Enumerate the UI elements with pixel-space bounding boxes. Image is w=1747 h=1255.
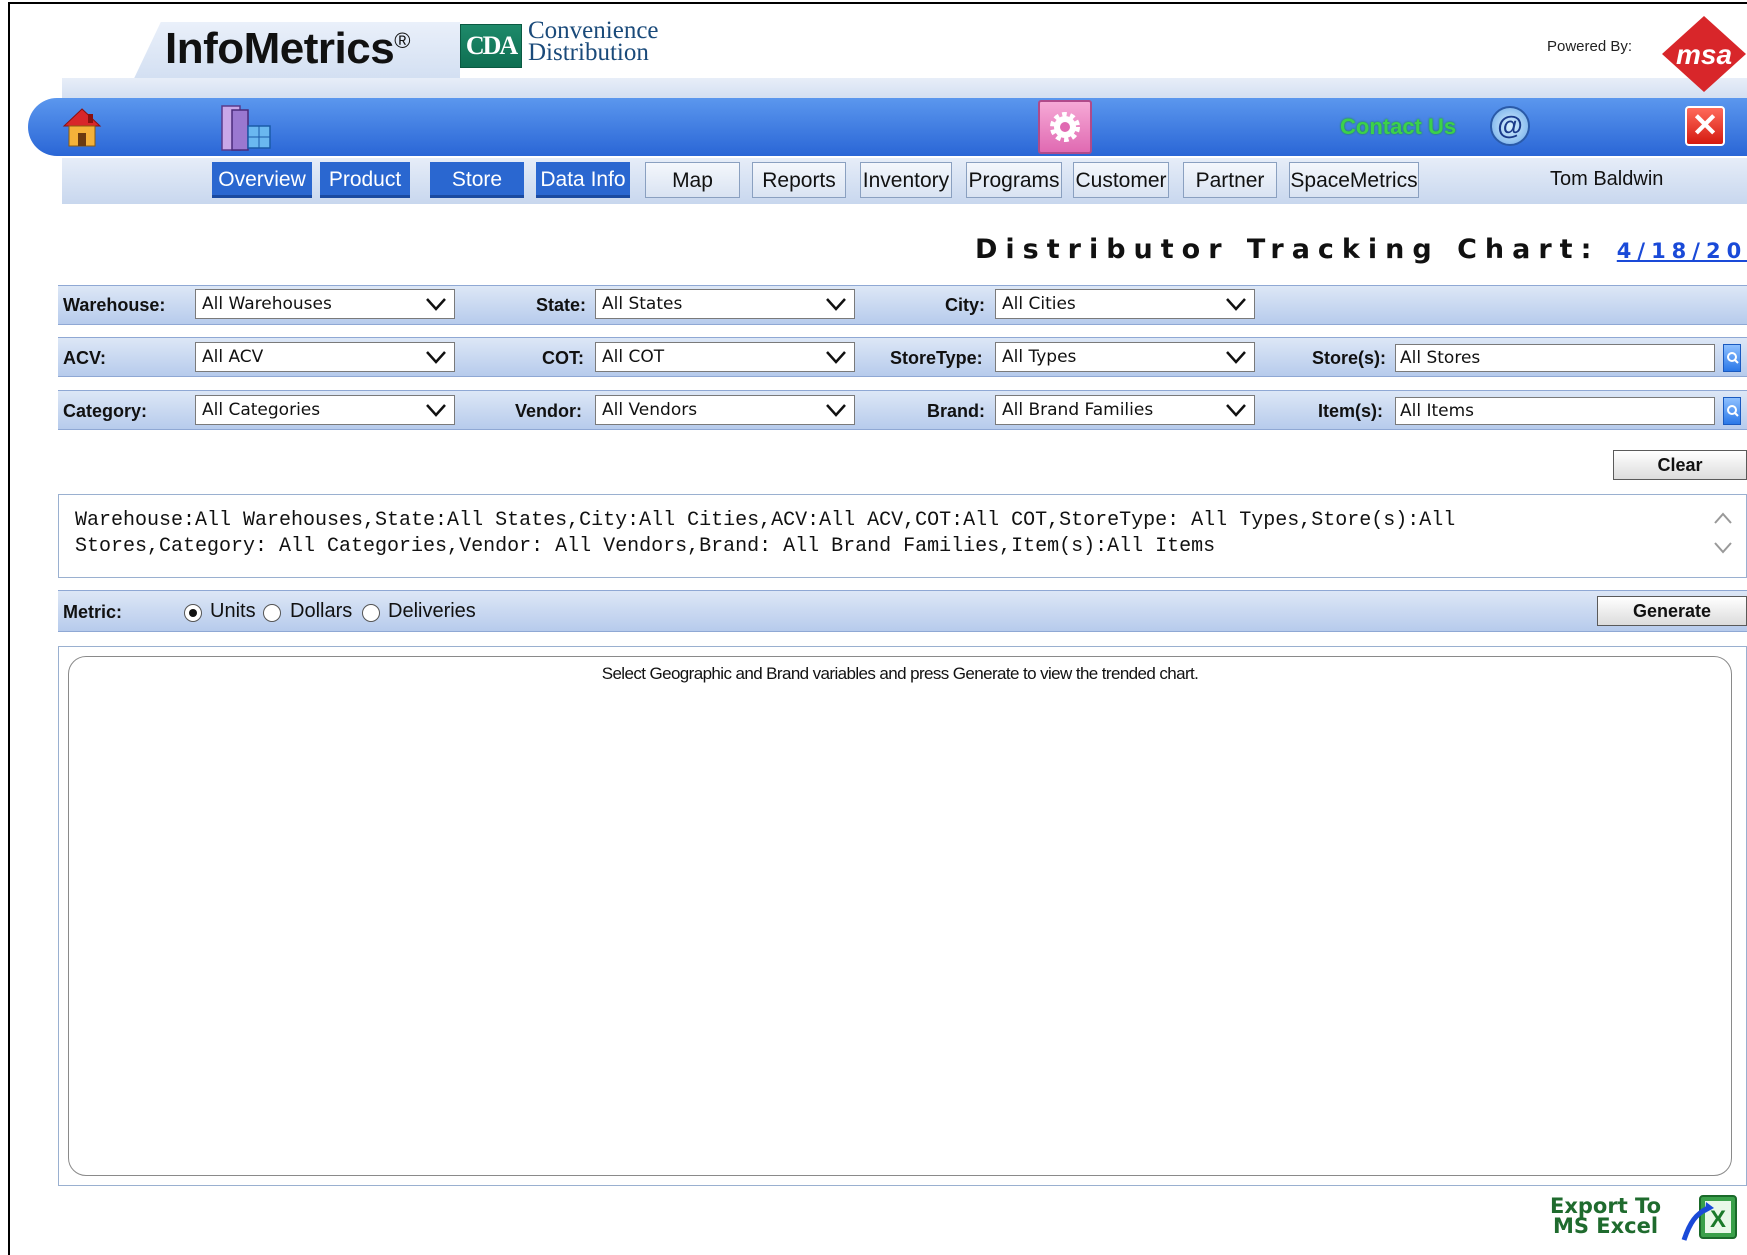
close-button[interactable]: ✕ [1685,106,1725,146]
tab-product[interactable]: Product [320,162,410,198]
search-icon [1727,405,1739,417]
powered-by-label: Powered By: [1547,38,1633,55]
items-input[interactable]: All Items [1395,397,1715,425]
state-value: All States [602,294,683,314]
state-label: State: [536,295,587,315]
warehouse-value: All Warehouses [202,294,332,314]
chevron-down-icon [426,351,446,364]
items-label: Item(s): [1318,401,1384,421]
chevron-down-icon [426,404,446,417]
cot-select[interactable]: All COT [595,342,855,372]
tab-partner[interactable]: Partner [1183,162,1277,198]
store-type-select[interactable]: All Types [995,342,1255,372]
buildings-icon[interactable] [218,102,278,152]
city-select[interactable]: All Cities [995,289,1255,319]
chevron-down-icon [1226,404,1246,417]
chevron-down-icon [1226,351,1246,364]
scroll-down-icon[interactable] [1712,536,1734,558]
chevron-down-icon [826,404,846,417]
chevron-down-icon [826,351,846,364]
chevron-down-icon [426,298,446,311]
stores-label: Store(s): [1312,348,1387,368]
stores-search-button[interactable] [1723,344,1741,372]
app-logo: InfoMetrics® [165,24,410,74]
stores-input[interactable]: All Stores [1395,344,1715,372]
msa-logo: msa [1662,16,1746,92]
tab-inventory[interactable]: Inventory [860,162,952,198]
brand-select[interactable]: All Brand Families [995,395,1255,425]
tab-store[interactable]: Store [430,162,524,198]
radio-units[interactable] [184,604,202,622]
search-icon [1727,352,1739,364]
chart-area [68,656,1732,1176]
metric-label: Metric: [63,602,123,622]
chevron-down-icon [826,298,846,311]
generate-button[interactable]: Generate [1597,596,1747,626]
registered-mark: ® [394,28,410,53]
radio-deliveries[interactable] [362,604,380,622]
vendor-select[interactable]: All Vendors [595,395,855,425]
acv-value: All ACV [202,347,264,367]
page-title-text: Distributor Tracking Chart: [975,234,1600,265]
chart-instructions: Select Geographic and Brand variables an… [601,664,1199,683]
city-value: All Cities [1002,294,1076,314]
radio-units-label: Units [210,600,256,622]
acv-label: ACV: [63,348,107,368]
excel-icon[interactable]: X [1680,1192,1740,1244]
vendor-value: All Vendors [602,400,698,420]
page-title: Distributor Tracking Chart: 4/18/2020 [975,234,1747,265]
city-label: City: [945,295,985,315]
gear-icon [1050,112,1080,142]
category-select[interactable]: All Categories [195,395,455,425]
cot-value: All COT [602,347,665,367]
acv-select[interactable]: All ACV [195,342,455,372]
category-value: All Categories [202,400,321,420]
partner-line2: Distribution [528,39,649,66]
tab-overview[interactable]: Overview [212,162,312,198]
store-type-value: All Types [1002,347,1077,367]
radio-deliveries-label: Deliveries [388,600,476,622]
chevron-down-icon [1226,298,1246,311]
export-excel-link[interactable]: Export To MS Excel [1550,1194,1662,1238]
svg-text:X: X [1710,1206,1726,1233]
brand-label: Brand: [927,401,985,421]
store-type-label: StoreType: [890,348,983,368]
summary-line1: Warehouse:All Warehouses,State:All State… [75,509,1456,532]
items-search-button[interactable] [1723,397,1741,425]
tab-spacemetrics[interactable]: SpaceMetrics [1289,162,1419,198]
category-label: Category: [63,401,148,421]
home-icon[interactable] [62,106,102,148]
settings-button[interactable] [1038,100,1092,154]
radio-dollars[interactable] [263,604,281,622]
partner-name: Convenience Distribution [528,18,659,66]
date-link[interactable]: 4/18/2020 [1617,239,1747,263]
warehouse-select[interactable]: All Warehouses [195,289,455,319]
cda-logo: CDA [460,24,522,68]
warehouse-label: Warehouse: [63,295,166,315]
tab-data-info[interactable]: Data Info [536,162,630,198]
cot-label: COT: [542,348,584,368]
clear-button[interactable]: Clear [1613,450,1747,480]
app-name: InfoMetrics [165,24,395,73]
user-name: Tom Baldwin [1550,168,1664,190]
state-select[interactable]: All States [595,289,855,319]
msa-logo-text: msa [1676,39,1732,70]
summary-line2: Stores,Category: All Categories,Vendor: … [75,535,1216,558]
vendor-label: Vendor: [515,401,583,421]
contact-us-link[interactable]: Contact Us [1340,114,1456,140]
scroll-up-icon[interactable] [1712,508,1734,530]
tab-customer[interactable]: Customer [1073,162,1169,198]
tab-reports[interactable]: Reports [752,162,846,198]
export-line1: Export To [1550,1194,1662,1218]
brand-value: All Brand Families [1002,400,1154,420]
selection-summary: Warehouse:All Warehouses,State:All State… [75,508,1675,560]
email-icon[interactable]: @ [1490,106,1530,146]
tab-programs[interactable]: Programs [966,162,1062,198]
export-line2: MS Excel [1552,1214,1659,1238]
radio-dollars-label: Dollars [290,600,353,622]
tab-map[interactable]: Map [645,162,740,198]
